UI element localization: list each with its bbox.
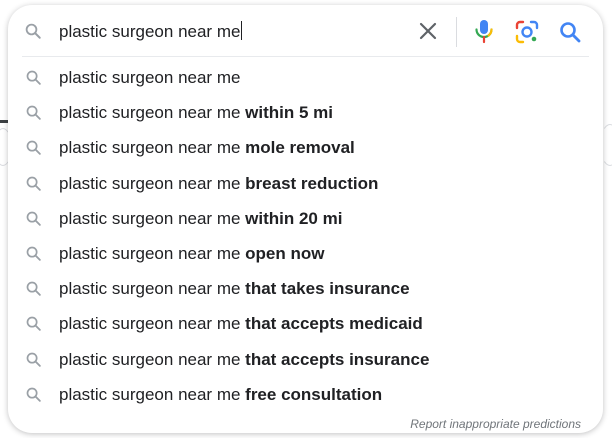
search-autocomplete-panel: plastic surgeon near me plastic surgeon …: [8, 5, 603, 433]
search-icon: [26, 387, 41, 402]
suggestion-prefix: plastic surgeon near me: [59, 173, 246, 193]
suggestion-prefix: plastic surgeon near me: [59, 208, 246, 228]
suggestion-completion: free consultation: [245, 384, 383, 404]
suggestion-item[interactable]: plastic surgeon near me that takes insur…: [8, 271, 603, 306]
suggestion-completion: that accepts insurance: [245, 349, 430, 369]
search-icon: [26, 352, 41, 367]
suggestion-completion: mole removal: [245, 138, 355, 158]
search-icon: [25, 23, 41, 39]
suggestion-prefix: plastic surgeon near me: [59, 314, 246, 334]
search-input[interactable]: plastic surgeon near me: [59, 21, 243, 42]
search-icon: [26, 105, 41, 120]
google-lens-icon[interactable]: [514, 19, 540, 45]
suggestion-text: plastic surgeon near me within 5 mi: [59, 103, 333, 123]
suggestion-completion: within 5 mi: [245, 103, 333, 123]
suggestion-prefix: plastic surgeon near me: [59, 138, 246, 158]
suggestion-completion: open now: [245, 243, 325, 263]
suggestion-text: plastic surgeon near me that accepts ins…: [59, 350, 429, 370]
search-bar-divider: [456, 17, 457, 47]
suggestion-item[interactable]: plastic surgeon near me breast reduction: [8, 166, 603, 201]
search-icon: [26, 281, 41, 296]
suggestion-item[interactable]: plastic surgeon near me that accepts med…: [8, 306, 603, 341]
search-submit-icon[interactable]: [558, 20, 582, 44]
suggestion-prefix: plastic surgeon near me: [59, 349, 246, 369]
search-bar: plastic surgeon near me: [8, 5, 603, 57]
search-icon: [26, 176, 41, 191]
suggestion-completion: that takes insurance: [245, 279, 410, 299]
search-bar-separator: [22, 56, 589, 57]
report-predictions-link[interactable]: Report inappropriate predictions: [410, 417, 581, 431]
microphone-icon[interactable]: [472, 18, 496, 44]
search-icon: [26, 141, 41, 156]
suggestion-item[interactable]: plastic surgeon near me within 20 mi: [8, 201, 603, 236]
suggestion-list: plastic surgeon near me plastic surgeon n…: [8, 60, 603, 412]
suggestion-prefix: plastic surgeon near me: [59, 243, 246, 263]
suggestion-completion: breast reduction: [245, 173, 379, 193]
suggestion-text: plastic surgeon near me that takes insur…: [59, 279, 410, 299]
search-icon: [26, 211, 41, 226]
search-icon: [26, 316, 41, 332]
suggestion-completion: that accepts medicaid: [245, 314, 423, 334]
suggestion-text: plastic surgeon near me within 20 mi: [59, 209, 342, 229]
suggestion-item[interactable]: plastic surgeon near me mole removal: [8, 130, 603, 165]
search-input-text: plastic surgeon near me: [59, 22, 241, 41]
suggestion-item[interactable]: plastic surgeon near me: [8, 60, 603, 95]
suggestion-text: plastic surgeon near me mole removal: [59, 138, 355, 158]
suggestion-text: plastic surgeon near me open now: [59, 244, 324, 264]
suggestion-item[interactable]: plastic surgeon near me within 5 mi: [8, 95, 603, 130]
suggestion-completion: within 20 mi: [245, 208, 343, 228]
suggestion-prefix: plastic surgeon near me: [59, 384, 246, 404]
suggestion-text: plastic surgeon near me that accepts med…: [59, 314, 423, 334]
suggestion-item[interactable]: plastic surgeon near me free consultatio…: [8, 377, 603, 412]
suggestion-prefix: plastic surgeon near me: [59, 279, 246, 299]
suggestion-prefix: plastic surgeon near me: [59, 103, 246, 123]
suggestion-item[interactable]: plastic surgeon near me open now: [8, 236, 603, 271]
suggestion-item[interactable]: plastic surgeon near me that accepts ins…: [8, 342, 603, 377]
suggestion-text: plastic surgeon near me free consultatio…: [59, 385, 382, 405]
text-cursor: [241, 21, 243, 40]
search-icon: [26, 70, 41, 85]
search-icon: [26, 246, 41, 261]
clear-icon[interactable]: [416, 19, 440, 43]
suggestion-text: plastic surgeon near me breast reduction: [59, 174, 378, 194]
suggestion-prefix: plastic surgeon near me: [59, 68, 241, 87]
suggestion-text: plastic surgeon near me: [59, 68, 240, 88]
